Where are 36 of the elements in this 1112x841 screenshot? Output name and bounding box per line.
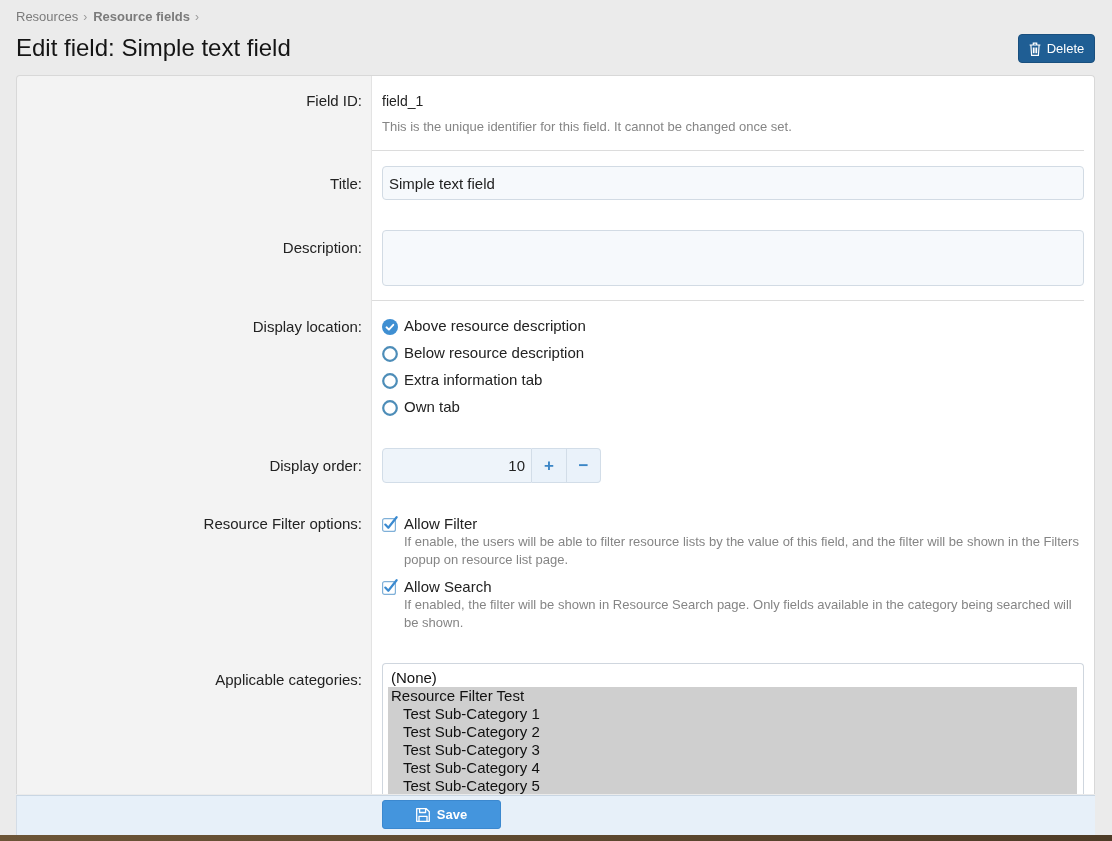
listbox-option[interactable]: Test Sub-Category 5 (388, 777, 1077, 794)
field-label: Field ID: (306, 92, 362, 109)
field-hint: This is the unique identifier for this field. It cannot be changed once set. (382, 118, 793, 136)
title-input[interactable]: Simple text field (382, 166, 1084, 200)
breadcrumb-separator: › (194, 9, 199, 26)
description-textarea[interactable] (382, 230, 1084, 286)
breadcrumb-link[interactable]: Resource fields (93, 8, 190, 26)
breadcrumb-link[interactable]: Resources (16, 8, 79, 26)
listbox-option[interactable]: Test Sub-Category 4 (388, 759, 1077, 777)
field-value: field_1 (382, 92, 425, 111)
order-input[interactable]: 10 (382, 448, 532, 483)
listbox-option[interactable]: Test Sub-Category 1 (388, 705, 1077, 723)
radio-option[interactable]: Extra information tab (382, 367, 543, 394)
listbox-option[interactable]: (None) (388, 669, 1077, 687)
listbox-option[interactable]: Test Sub-Category 3 (388, 741, 1077, 759)
option-hint: If enabled, the filter will be shown in Resource Search page. Only fields available in the category being searched will be shown. (404, 596, 1073, 632)
field-label: Display location: (252, 318, 362, 335)
field-label: Description: (282, 239, 362, 256)
field-label: Title: (330, 175, 362, 192)
field-label: Applicable categories: (215, 671, 362, 688)
radio-option[interactable]: Above resource description (382, 313, 586, 340)
radio-option[interactable]: Own tab (382, 394, 460, 421)
checkbox-option[interactable]: Allow Search (382, 577, 492, 596)
page-title: Edit field: Simple text field (16, 34, 291, 62)
category-listbox[interactable]: (None) Resource Filter Test Test Sub-Category 1 Test Sub-Category 2 Test Sub-Category 3 Test Sub-Category 4 Test Sub-Category 5 (382, 663, 1084, 794)
option-hint: If enable, the users will be able to filter resource lists by the value of this field, and the filter will be shown in the Filters popup on resource list page. (404, 533, 1080, 569)
increment-button[interactable]: + (532, 448, 567, 483)
checkbox-option[interactable]: Allow Filter (382, 514, 478, 533)
listbox-option[interactable]: Resource Filter Test (388, 687, 1077, 705)
field-label: Resource Filter options: (203, 515, 362, 532)
delete-button[interactable]: Delete (1018, 34, 1095, 63)
trash-icon (1028, 41, 1041, 56)
listbox-option[interactable]: Test Sub-Category 2 (388, 723, 1077, 741)
field-label: Display order: (269, 457, 362, 474)
radio-option[interactable]: Below resource description (382, 340, 585, 367)
breadcrumb-separator: › (83, 9, 88, 26)
